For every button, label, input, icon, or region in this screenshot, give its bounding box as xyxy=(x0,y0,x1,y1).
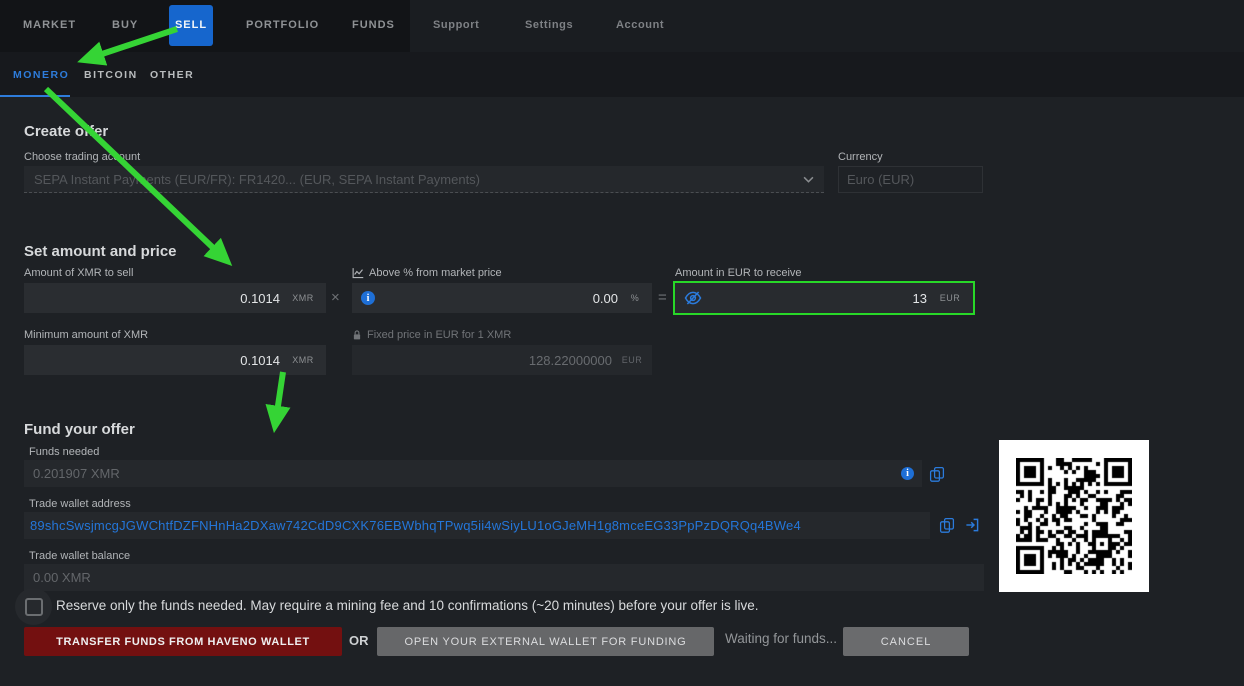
nav-item-support[interactable]: Support xyxy=(433,19,479,31)
amount-to-sell-value: 0.1014 xyxy=(24,291,280,306)
min-amount-field[interactable]: 0.1014 XMR xyxy=(24,345,326,375)
reserve-funds-label: Reserve only the funds needed. May requi… xyxy=(56,598,759,613)
fixed-price-field: 128.22000000 EUR xyxy=(352,345,652,375)
market-price-value: 0.00 xyxy=(375,291,618,306)
funds-needed-field: 0.201907 XMR i xyxy=(24,460,922,487)
nav-item-buy[interactable]: BUY xyxy=(112,19,138,31)
info-icon[interactable]: i xyxy=(901,467,914,480)
market-price-label-text: Above % from market price xyxy=(369,267,502,279)
chevron-down-icon xyxy=(803,176,814,183)
amount-to-sell-field[interactable]: 0.1014 XMR xyxy=(24,283,326,313)
active-tab-underline xyxy=(0,95,70,97)
amount-to-sell-label: Amount of XMR to sell xyxy=(24,267,133,279)
tab-monero[interactable]: MONERO xyxy=(13,69,69,81)
annotation-arrow-to-fund-section xyxy=(275,372,283,426)
reserve-funds-checkbox[interactable] xyxy=(25,598,43,616)
currency-value: Euro (EUR) xyxy=(847,172,914,187)
amount-section-title: Set amount and price xyxy=(24,243,177,260)
market-price-suffix: % xyxy=(618,293,652,303)
copy-icon[interactable] xyxy=(939,517,955,533)
nav-item-funds[interactable]: FUNDS xyxy=(352,19,395,31)
haveno-create-offer-window: MARKET BUY SELL PORTFOLIO FUNDS Support … xyxy=(0,0,1244,686)
sign-in-icon[interactable] xyxy=(964,517,980,533)
fixed-price-label: Fixed price in EUR for 1 XMR xyxy=(352,329,511,341)
nav-item-sell[interactable]: SELL xyxy=(169,5,213,46)
receive-amount-label: Amount in EUR to receive xyxy=(675,267,802,279)
receive-amount-field[interactable]: 13 EUR xyxy=(673,281,975,315)
nav-item-market[interactable]: MARKET xyxy=(23,19,76,31)
nav-item-settings[interactable]: Settings xyxy=(525,19,573,31)
currency-field[interactable]: Euro (EUR) xyxy=(838,166,983,193)
fixed-price-value: 128.22000000 xyxy=(352,353,612,368)
fixed-price-suffix: EUR xyxy=(612,355,652,365)
tab-bitcoin[interactable]: BITCOIN xyxy=(84,69,138,81)
qr-code-canvas xyxy=(1016,458,1132,574)
transfer-funds-button[interactable]: TRANSFER FUNDS FROM HAVENO WALLET xyxy=(24,627,342,656)
funding-qr-code xyxy=(999,440,1149,592)
eye-slash-icon[interactable] xyxy=(684,289,702,307)
market-price-field[interactable]: i 0.00 % xyxy=(352,283,652,313)
info-icon[interactable]: i xyxy=(361,291,375,305)
receive-amount-value: 13 xyxy=(702,291,927,306)
tab-other[interactable]: OTHER xyxy=(150,69,194,81)
funds-needed-value: 0.201907 XMR xyxy=(24,466,901,481)
trading-account-value: SEPA Instant Payments (EUR/FR): FR1420..… xyxy=(34,172,803,187)
market-price-label: Above % from market price xyxy=(352,267,502,279)
receive-amount-suffix: EUR xyxy=(927,293,973,303)
multiply-sign: × xyxy=(331,289,340,306)
equals-sign: = xyxy=(658,289,667,306)
nav-item-account[interactable]: Account xyxy=(616,19,664,31)
lock-icon xyxy=(352,329,362,341)
min-amount-label: Minimum amount of XMR xyxy=(24,329,148,341)
or-label: OR xyxy=(349,633,369,648)
wallet-balance-value: 0.00 XMR xyxy=(24,570,984,585)
amount-to-sell-suffix: XMR xyxy=(280,293,326,303)
cancel-button[interactable]: CANCEL xyxy=(843,627,969,656)
trading-account-select[interactable]: SEPA Instant Payments (EUR/FR): FR1420..… xyxy=(24,166,824,193)
fixed-price-label-text: Fixed price in EUR for 1 XMR xyxy=(367,329,511,341)
min-amount-suffix: XMR xyxy=(280,355,326,365)
fund-section-title: Fund your offer xyxy=(24,421,135,438)
nav-item-portfolio[interactable]: PORTFOLIO xyxy=(246,19,319,31)
copy-icon[interactable] xyxy=(929,466,945,482)
wallet-balance-label: Trade wallet balance xyxy=(29,550,130,562)
create-offer-title: Create offer xyxy=(24,123,108,140)
open-external-wallet-button[interactable]: OPEN YOUR EXTERNAL WALLET FOR FUNDING xyxy=(377,627,714,656)
waiting-for-funds-status: Waiting for funds... xyxy=(725,631,837,646)
wallet-balance-field: 0.00 XMR xyxy=(24,564,984,591)
currency-label: Currency xyxy=(838,151,883,163)
trading-account-label: Choose trading account xyxy=(24,151,140,163)
wallet-address-label: Trade wallet address xyxy=(29,498,131,510)
chart-icon xyxy=(352,267,364,279)
sell-tabbar: MONERO BITCOIN OTHER xyxy=(0,52,1244,97)
min-amount-value: 0.1014 xyxy=(24,353,280,368)
funds-needed-label: Funds needed xyxy=(29,446,99,458)
wallet-address-field[interactable]: 89shcSwsjmcgJGWChtfDZFNHnHa2DXaw742CdD9C… xyxy=(24,512,930,539)
wallet-address-value[interactable]: 89shcSwsjmcgJGWChtfDZFNHnHa2DXaw742CdD9C… xyxy=(24,518,930,533)
top-nav: MARKET BUY SELL PORTFOLIO FUNDS Support … xyxy=(0,0,1244,52)
